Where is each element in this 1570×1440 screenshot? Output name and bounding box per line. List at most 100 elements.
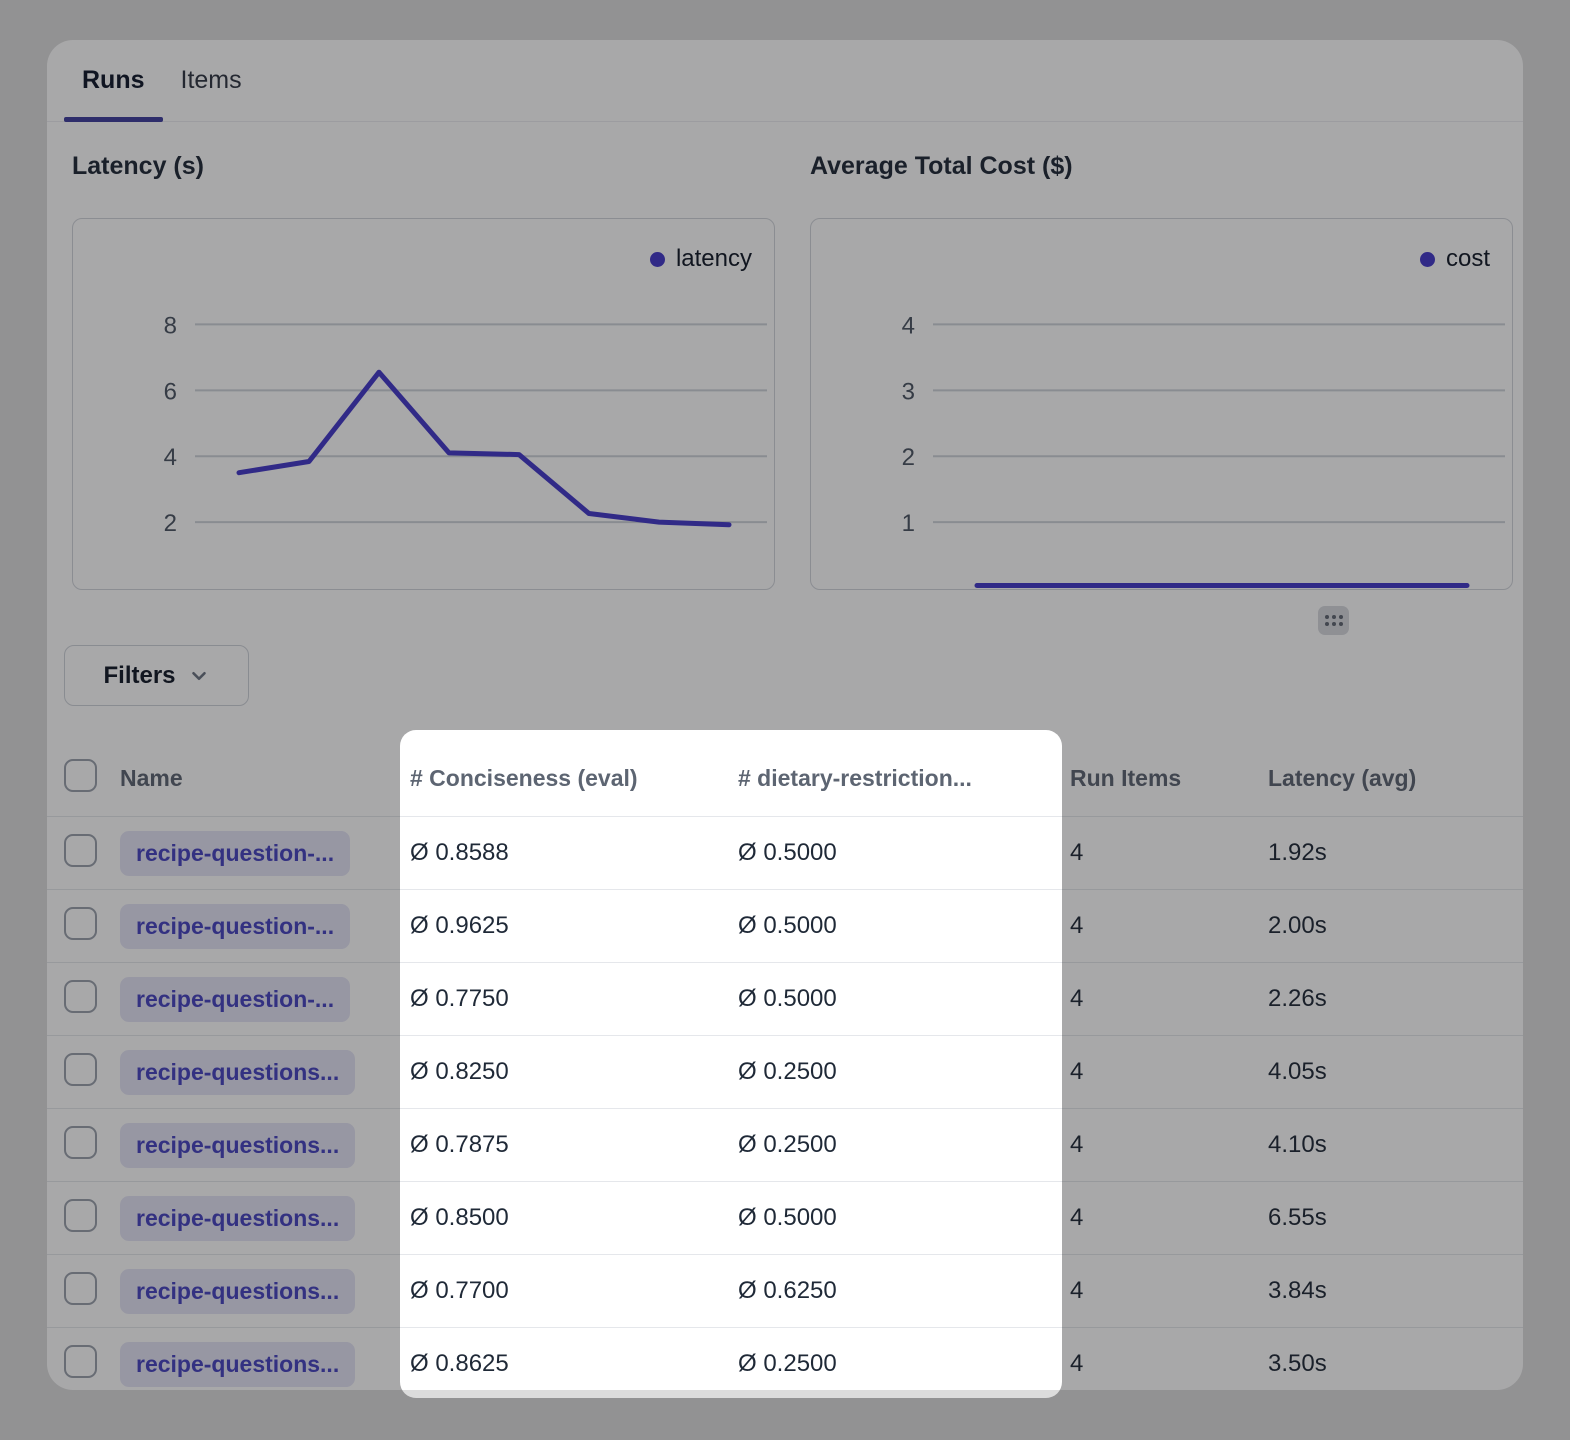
run-name-badge[interactable]: recipe-question-...: [120, 904, 350, 949]
row-checkbox-cell: [47, 1053, 103, 1091]
run-name-cell: recipe-question-...: [103, 904, 410, 949]
run-name-badge[interactable]: recipe-questions...: [120, 1123, 355, 1168]
svg-text:6: 6: [164, 378, 177, 405]
run-name-cell: recipe-questions...: [103, 1123, 410, 1168]
run-items-cell: 4: [1070, 1058, 1268, 1086]
filters-button-label: Filters: [103, 662, 175, 690]
header-checkbox-cell: [47, 759, 103, 797]
svg-text:3: 3: [902, 378, 915, 405]
latency-chart: 2 4 6 8 latency: [72, 218, 775, 590]
tab-runs[interactable]: Runs: [64, 40, 163, 121]
latency-chart-title: Latency (s): [72, 148, 204, 184]
latency-avg-cell: 3.84s: [1268, 1277, 1523, 1305]
cost-chart-title: Average Total Cost ($): [810, 148, 1073, 184]
row-checkbox-cell: [47, 980, 103, 1018]
table-header-row: Name # Conciseness (eval) # dietary-rest…: [47, 740, 1523, 817]
run-name-badge[interactable]: recipe-questions...: [120, 1342, 355, 1387]
row-checkbox-cell: [47, 907, 103, 945]
latency-avg-cell: 6.55s: [1268, 1204, 1523, 1232]
column-header-run-items: Run Items: [1070, 765, 1268, 792]
row-checkbox[interactable]: [64, 1199, 97, 1232]
select-all-checkbox[interactable]: [64, 759, 97, 792]
svg-text:2: 2: [164, 510, 177, 537]
run-name-badge[interactable]: recipe-questions...: [120, 1050, 355, 1095]
dietary-score-cell: Ø 0.2500: [738, 1058, 1070, 1086]
run-name-badge[interactable]: recipe-questions...: [120, 1269, 355, 1314]
table-row[interactable]: recipe-questions... Ø 0.8250 Ø 0.2500 4 …: [47, 1036, 1523, 1109]
run-items-cell: 4: [1070, 1204, 1268, 1232]
run-name-badge[interactable]: recipe-question-...: [120, 831, 350, 876]
row-checkbox-cell: [47, 1272, 103, 1310]
cost-legend-dot-icon: [1420, 252, 1435, 267]
table-row[interactable]: recipe-questions... Ø 0.8625 Ø 0.2500 4 …: [47, 1328, 1523, 1390]
table-body: recipe-question-... Ø 0.8588 Ø 0.5000 4 …: [47, 817, 1523, 1390]
tab-items-label: Items: [181, 66, 242, 95]
column-header-conciseness: # Conciseness (eval): [410, 765, 738, 792]
dietary-score-cell: Ø 0.2500: [738, 1131, 1070, 1159]
dietary-score-cell: Ø 0.2500: [738, 1350, 1070, 1378]
svg-text:2: 2: [902, 444, 915, 471]
latency-avg-cell: 2.00s: [1268, 912, 1523, 940]
conciseness-score-cell: Ø 0.7750: [410, 985, 738, 1013]
run-name-badge[interactable]: recipe-question-...: [120, 977, 350, 1022]
run-items-cell: 4: [1070, 912, 1268, 940]
run-items-cell: 4: [1070, 1131, 1268, 1159]
table-row[interactable]: recipe-question-... Ø 0.8588 Ø 0.5000 4 …: [47, 817, 1523, 890]
latency-avg-cell: 4.05s: [1268, 1058, 1523, 1086]
run-name-cell: recipe-question-...: [103, 977, 410, 1022]
chevron-down-icon: [188, 665, 210, 687]
cost-legend: cost: [1420, 245, 1490, 273]
conciseness-score-cell: Ø 0.9625: [410, 912, 738, 940]
latency-legend-dot-icon: [650, 252, 665, 267]
row-checkbox[interactable]: [64, 1272, 97, 1305]
dietary-score-cell: Ø 0.5000: [738, 912, 1070, 940]
row-checkbox-cell: [47, 1126, 103, 1164]
svg-text:4: 4: [902, 312, 915, 339]
row-checkbox-cell: [47, 1199, 103, 1237]
column-header-latency: Latency (avg): [1268, 765, 1523, 792]
cost-line-plot: 1 2 3 4: [811, 219, 1511, 588]
table-row[interactable]: recipe-questions... Ø 0.7700 Ø 0.6250 4 …: [47, 1255, 1523, 1328]
conciseness-score-cell: Ø 0.7700: [410, 1277, 738, 1305]
run-name-cell: recipe-questions...: [103, 1342, 410, 1387]
resize-drag-handle[interactable]: [1318, 606, 1349, 635]
table-row[interactable]: recipe-question-... Ø 0.9625 Ø 0.5000 4 …: [47, 890, 1523, 963]
row-checkbox[interactable]: [64, 1345, 97, 1378]
svg-text:4: 4: [164, 444, 177, 471]
cost-chart: 1 2 3 4 cost: [810, 218, 1513, 590]
row-checkbox-cell: [47, 1345, 103, 1383]
latency-legend: latency: [650, 245, 752, 273]
conciseness-score-cell: Ø 0.8500: [410, 1204, 738, 1232]
runs-panel: Runs Items Latency (s) 2 4 6 8 latency Aver…: [47, 40, 1523, 1390]
run-name-badge[interactable]: recipe-questions...: [120, 1196, 355, 1241]
latency-line-plot: 2 4 6 8: [73, 219, 773, 588]
filters-button[interactable]: Filters: [64, 645, 249, 706]
table-row[interactable]: recipe-questions... Ø 0.8500 Ø 0.5000 4 …: [47, 1182, 1523, 1255]
row-checkbox-cell: [47, 834, 103, 872]
dietary-score-cell: Ø 0.6250: [738, 1277, 1070, 1305]
row-checkbox[interactable]: [64, 1053, 97, 1086]
table-row[interactable]: recipe-question-... Ø 0.7750 Ø 0.5000 4 …: [47, 963, 1523, 1036]
latency-avg-cell: 2.26s: [1268, 985, 1523, 1013]
run-items-cell: 4: [1070, 1350, 1268, 1378]
row-checkbox[interactable]: [64, 1126, 97, 1159]
page-background: Runs Items Latency (s) 2 4 6 8 latency Aver…: [0, 0, 1570, 1440]
latency-avg-cell: 4.10s: [1268, 1131, 1523, 1159]
table-row[interactable]: recipe-questions... Ø 0.7875 Ø 0.2500 4 …: [47, 1109, 1523, 1182]
runs-table: Name # Conciseness (eval) # dietary-rest…: [47, 740, 1523, 1390]
row-checkbox[interactable]: [64, 980, 97, 1013]
tab-items[interactable]: Items: [163, 40, 260, 121]
svg-text:8: 8: [164, 312, 177, 339]
row-checkbox[interactable]: [64, 907, 97, 940]
run-items-cell: 4: [1070, 985, 1268, 1013]
tab-bar: Runs Items: [47, 40, 1523, 122]
run-items-cell: 4: [1070, 1277, 1268, 1305]
svg-text:1: 1: [902, 510, 915, 537]
row-checkbox[interactable]: [64, 834, 97, 867]
column-header-name: Name: [103, 765, 410, 792]
conciseness-score-cell: Ø 0.8588: [410, 839, 738, 867]
conciseness-score-cell: Ø 0.8250: [410, 1058, 738, 1086]
drag-dots-icon: [1325, 615, 1343, 626]
run-name-cell: recipe-questions...: [103, 1196, 410, 1241]
run-items-cell: 4: [1070, 839, 1268, 867]
